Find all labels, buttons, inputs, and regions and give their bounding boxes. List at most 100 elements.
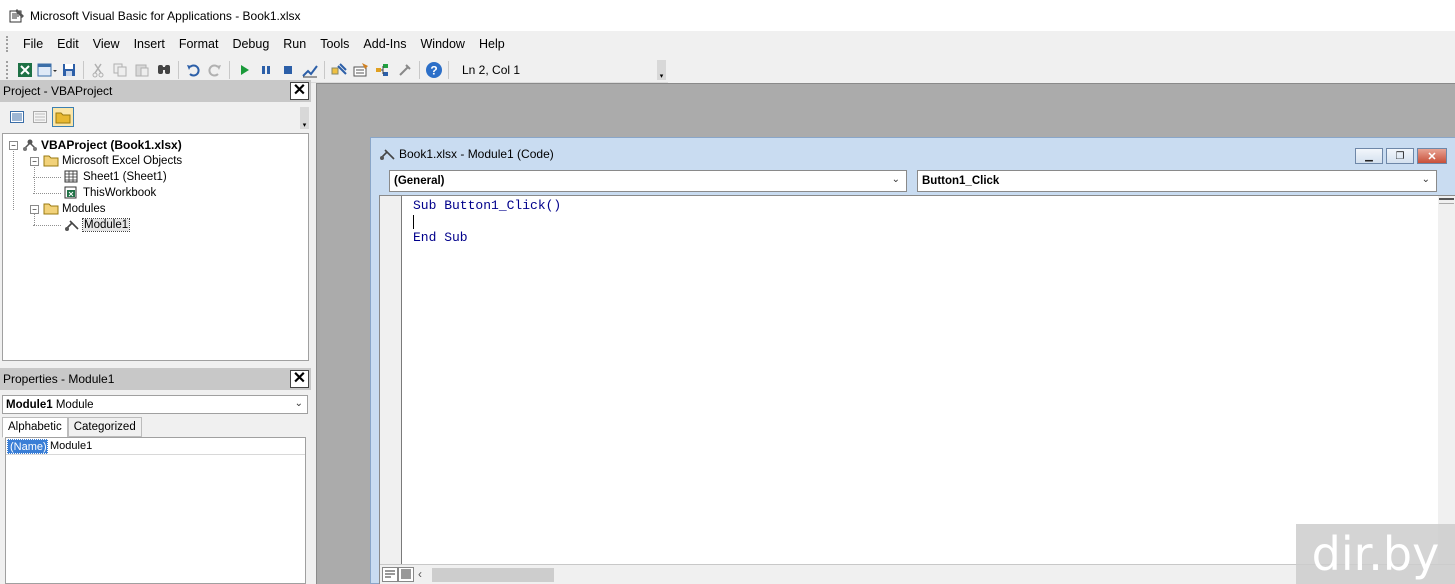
tree-node-vbaproject[interactable]: − VBAProject (Book1.xlsx) [3,137,308,153]
collapse-toggle[interactable]: − [30,156,39,166]
property-row[interactable]: (Name) Module1 [6,438,305,455]
object-combo-value: (General) [394,175,445,187]
menu-run[interactable]: Run [276,34,313,54]
close-button[interactable]: ✕ [1417,148,1447,164]
toolbar-separator [83,60,84,79]
cursor-position-status: Ln 2, Col 1 [458,59,642,80]
menu-edit[interactable]: Edit [50,34,86,54]
properties-object-type: Module [55,398,94,411]
toolbar-separator [448,60,449,79]
menu-addins[interactable]: Add-Ins [356,34,413,54]
menu-debug[interactable]: Debug [225,34,276,54]
title-bar: Microsoft Visual Basic for Applications … [0,0,1455,31]
margin-indicator-bar[interactable] [380,196,402,564]
worksheet-icon [64,170,80,184]
redo-icon[interactable] [204,59,226,81]
chevron-down-icon: ⌄ [1421,174,1430,185]
object-combo[interactable]: (General) ⌄ [389,170,907,192]
code-line[interactable] [413,214,561,230]
tree-node-modules[interactable]: − Modules [3,201,308,217]
paste-icon[interactable] [131,59,153,81]
collapse-toggle[interactable]: − [9,140,18,150]
tree-label-modules: Modules [62,203,106,215]
find-icon[interactable] [153,59,175,81]
toolbox-icon[interactable] [394,59,416,81]
collapse-toggle[interactable]: − [30,204,39,214]
code-line[interactable]: Sub Button1_Click() [413,198,561,214]
properties-object-name: Module1 [6,398,53,411]
tab-alphabetic[interactable]: Alphabetic [2,417,68,438]
full-module-view-button[interactable] [398,567,414,582]
procedure-view-button[interactable] [382,567,398,582]
menu-view[interactable]: View [86,34,127,54]
code-text[interactable]: Sub Button1_Click() End Sub [413,198,561,246]
toolbar-overflow-button[interactable]: ▾ [657,60,666,80]
design-mode-icon[interactable] [299,59,321,81]
view-code-icon[interactable] [6,107,28,127]
tree-label-vbaproject: VBAProject (Book1.xlsx) [41,138,182,152]
toolbar-separator [419,60,420,79]
tree-node-thisworkbook[interactable]: ThisWorkbook [3,185,308,201]
menu-bar: File Edit View Insert Format Debug Run T… [0,31,1455,57]
project-pane-header: Project - VBAProject ✕ [0,80,311,102]
toolbar-grip[interactable] [6,60,10,79]
properties-object-select[interactable]: Module1 Module ⌄ [2,395,308,414]
minimize-button[interactable]: ▁ [1355,148,1383,164]
code-window-titlebar: Book1.xlsx - Module1 (Code) [379,146,554,161]
menu-tools[interactable]: Tools [313,34,356,54]
tree-connector [33,177,61,178]
toolbar-separator [178,60,179,79]
object-browser-icon[interactable] [372,59,394,81]
toggle-folders-icon[interactable] [52,107,74,127]
menu-help[interactable]: Help [472,34,512,54]
restore-button[interactable]: ❐ [1386,148,1414,164]
run-icon[interactable] [233,59,255,81]
split-bar[interactable] [1439,198,1454,204]
menu-file[interactable]: File [16,34,50,54]
vbaproject-icon [22,138,38,152]
cut-icon[interactable] [87,59,109,81]
project-toolbar-overflow[interactable]: ▾ [300,107,309,129]
properties-pane-title: Properties - Module1 [3,372,115,386]
break-icon[interactable] [255,59,277,81]
menu-format[interactable]: Format [172,34,226,54]
menubar-grip[interactable] [6,36,10,52]
text-caret [413,214,414,229]
toolbar-separator [229,60,230,79]
undo-icon[interactable] [182,59,204,81]
tree-node-sheet1[interactable]: Sheet1 (Sheet1) [3,169,308,185]
insert-userform-icon[interactable] [36,59,58,81]
project-pane-close-button[interactable]: ✕ [290,82,309,100]
project-tree: − VBAProject (Book1.xlsx) − Microsoft Ex… [2,133,309,361]
tree-node-module1[interactable]: Module1 [3,217,308,233]
excel-view-icon[interactable] [14,59,36,81]
properties-icon[interactable] [350,59,372,81]
code-line[interactable]: End Sub [413,230,561,246]
properties-pane-close-button[interactable]: ✕ [290,370,309,388]
help-icon[interactable]: ? [423,59,445,81]
horizontal-scroll-thumb[interactable] [432,568,554,582]
tree-label-thisworkbook: ThisWorkbook [83,187,157,199]
menu-window[interactable]: Window [414,34,472,54]
property-value[interactable]: Module1 [49,440,92,452]
vertical-scrollbar[interactable] [1438,196,1455,564]
properties-grid: (Name) Module1 [5,437,306,584]
menu-insert[interactable]: Insert [127,34,172,54]
workbook-icon [64,186,80,200]
window-title: Microsoft Visual Basic for Applications … [30,8,301,23]
reset-icon[interactable] [277,59,299,81]
code-editor[interactable]: Sub Button1_Click() End Sub ‹ [379,195,1455,584]
scroll-left-arrow-icon[interactable]: ‹ [418,567,422,581]
view-object-icon[interactable] [29,107,51,127]
tab-categorized[interactable]: Categorized [67,417,142,437]
save-icon[interactable] [58,59,80,81]
tree-node-excel-objects[interactable]: − Microsoft Excel Objects [3,153,308,169]
watermark-logo: dir.by [1296,524,1455,584]
module-icon [64,218,80,232]
procedure-combo[interactable]: Button1_Click ⌄ [917,170,1437,192]
tree-connector [33,225,61,226]
project-explorer-icon[interactable] [328,59,350,81]
copy-icon[interactable] [109,59,131,81]
module-icon [379,146,396,161]
folder-open-icon [43,202,59,216]
